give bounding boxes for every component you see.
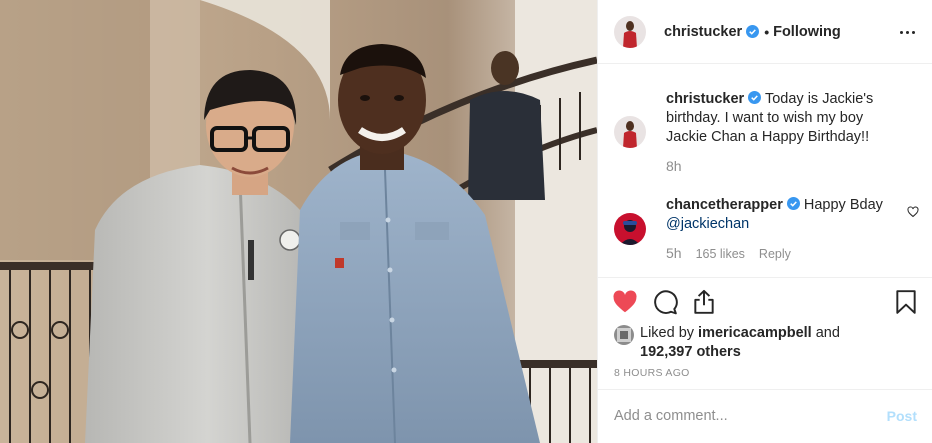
caption: christucker Today is Jackie's birthday. …: [614, 90, 919, 180]
following-button[interactable]: Following: [773, 24, 841, 40]
comment-icon[interactable]: [652, 289, 678, 315]
comments-list: christucker Today is Jackie's birthday. …: [598, 64, 932, 277]
caption-username[interactable]: christucker: [666, 91, 744, 107]
liked-by-and: and: [811, 325, 840, 341]
author-avatar[interactable]: [614, 116, 646, 148]
verified-badge-icon: [746, 25, 760, 38]
instagram-post: christucker • Following christucker Toda…: [0, 0, 932, 443]
caption-body: christucker Today is Jackie's birthday. …: [666, 90, 896, 147]
post-photo[interactable]: [0, 0, 597, 443]
comment-item: chancetherapper Happy Bday @jackiechan 5…: [614, 196, 919, 268]
add-comment-bar: Add a comment... Post: [598, 389, 932, 443]
comment-mention[interactable]: @jackiechan: [666, 216, 749, 232]
bookmark-icon[interactable]: [893, 289, 919, 315]
share-icon[interactable]: [691, 289, 717, 315]
liked-by-prefix: Liked by: [640, 325, 699, 341]
more-options-icon[interactable]: [895, 20, 919, 44]
comment-time[interactable]: 5h: [666, 245, 682, 261]
comment-username[interactable]: chancetherapper: [666, 197, 783, 213]
heart-outline-icon[interactable]: [907, 205, 919, 218]
liked-by-text: Liked by imericacampbell and 192,397 oth…: [640, 324, 900, 362]
liked-by-others[interactable]: 192,397 others: [640, 344, 741, 360]
post-timestamp[interactable]: 8 HOURS AGO: [614, 367, 690, 379]
liker-avatar[interactable]: [614, 325, 634, 345]
photo-illustration: [0, 0, 597, 443]
separator-dot: •: [764, 23, 770, 40]
verified-badge-icon: [786, 197, 800, 210]
post-comment-button[interactable]: Post: [887, 408, 917, 424]
comment-body: chancetherapper Happy Bday @jackiechan: [666, 196, 896, 234]
post-header: christucker • Following: [598, 0, 932, 64]
author-avatar[interactable]: [614, 15, 646, 48]
reply-button[interactable]: Reply: [759, 247, 791, 261]
caption-meta: 8h: [666, 158, 682, 174]
post-sidebar: christucker • Following christucker Toda…: [597, 0, 932, 443]
comment-likes[interactable]: 165 likes: [696, 247, 745, 261]
liked-by-user[interactable]: imericacampbell: [698, 325, 812, 341]
verified-badge-icon: [748, 91, 762, 104]
post-actions: Liked by imericacampbell and 192,397 oth…: [598, 277, 932, 389]
comment-meta: 5h 165 likes Reply: [666, 245, 791, 261]
caption-time[interactable]: 8h: [666, 158, 682, 174]
comment-text: Happy Bday: [803, 197, 883, 213]
add-comment-input[interactable]: Add a comment...: [614, 408, 728, 424]
heart-filled-icon[interactable]: [612, 289, 638, 315]
author-username[interactable]: christucker: [664, 24, 742, 40]
commenter-avatar[interactable]: [614, 213, 646, 245]
